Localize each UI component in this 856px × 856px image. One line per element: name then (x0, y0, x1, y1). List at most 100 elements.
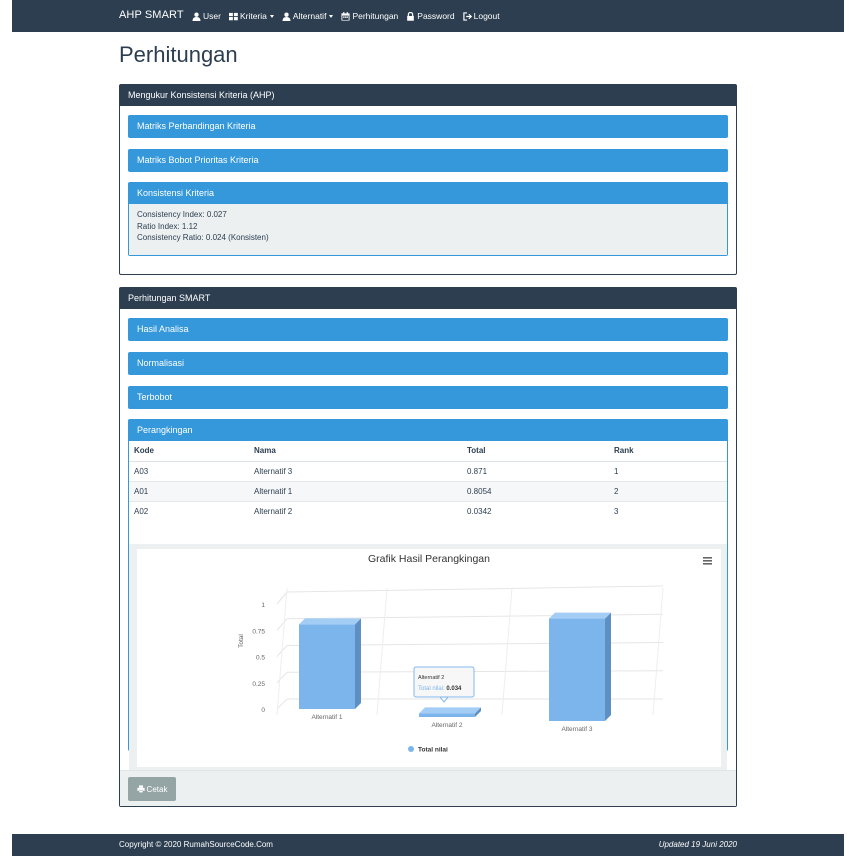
calendar-icon (341, 11, 350, 21)
column-header-kode: Kode (129, 441, 249, 462)
print-button[interactable]: Cetak (128, 777, 176, 801)
y-tick-label: 0.75 (252, 628, 265, 635)
gridline-side (276, 671, 288, 684)
footer-copyright: Copyright © 2020 RumahSourceCode.Com (119, 840, 273, 849)
chart-card: Grafik Hasil Perangkingan 0 0.25 0.5 0.75 1 To… (137, 549, 721, 767)
user-icon (282, 12, 291, 21)
cell-nama: Alternatif 3 (249, 460, 462, 481)
gridline-vertical (376, 587, 388, 716)
section-title: Hasil Analisa (129, 319, 727, 340)
gridline (286, 585, 664, 593)
nav-label-kriteria: Kriteria (239, 11, 267, 21)
section-normalisasi[interactable]: Normalisasi (128, 352, 728, 375)
tooltip-series: Total nilai: (418, 686, 446, 692)
footer-updated: Updated 19 Juni 2020 (658, 840, 737, 849)
section-konsistensi: Konsistensi Kriteria Consistency Index: … (128, 182, 728, 256)
gridline-side (276, 618, 288, 631)
grid-icon (228, 12, 238, 20)
consistency-index: Consistency Index: 0.027 (137, 210, 227, 219)
nav-menu: User Kriteria Alternatif Perhitungan Pas… (192, 0, 508, 32)
bar (299, 624, 355, 709)
nav-item-perhitungan[interactable]: Perhitungan (341, 0, 406, 32)
cell-kode: A02 (129, 500, 249, 521)
bar-top (549, 612, 611, 619)
ratio-index: Ratio Index: 1.12 (137, 221, 198, 231)
section-title: Matriks Perbandingan Kriteria (129, 116, 727, 137)
section-matriks-bobot[interactable]: Matriks Bobot Prioritas Kriteria (128, 149, 728, 172)
chart-title: Grafik Hasil Perangkingan (368, 553, 490, 565)
cell-total: 0.0342 (462, 500, 609, 521)
nav-item-alternatif[interactable]: Alternatif (282, 0, 342, 32)
logout-icon (462, 11, 472, 21)
tooltip-category: Alternatif 2 (418, 675, 444, 681)
tooltip-box (413, 666, 475, 698)
table-row: A02 Alternatif 2 0.0342 3 (129, 500, 727, 521)
table-header-row: Kode Nama Total Rank (129, 441, 727, 462)
section-hasil-analisa[interactable]: Hasil Analisa (128, 318, 728, 341)
brand-link[interactable]: AHP SMART (119, 9, 184, 21)
y-tick-label: 1 (261, 602, 265, 609)
cell-total: 0.871 (462, 460, 609, 481)
gridline-vertical (276, 587, 288, 716)
consistency-ratio: Consistency Ratio: 0.024 (Konsisten) (137, 233, 269, 242)
section-perangkingan: Perangkingan Kode Nama Total Rank A03 Al… (128, 419, 728, 774)
bar (549, 618, 605, 721)
tooltip-value: 0.034 (446, 686, 462, 692)
section-title: Matriks Bobot Prioritas Kriteria (129, 150, 727, 171)
section-title: Terbobot (129, 387, 727, 408)
ranking-table: Kode Nama Total Rank A03 Alternatif 3 0.… (129, 441, 727, 521)
section-title[interactable]: Konsistensi Kriteria (129, 183, 727, 204)
column-header-nama: Nama (249, 441, 462, 462)
section-title[interactable]: Perangkingan (129, 420, 727, 441)
caret-down-icon (329, 14, 334, 18)
caret-down-icon (269, 14, 274, 18)
cell-kode: A03 (129, 460, 249, 481)
nav-label-password: Password (417, 11, 455, 21)
y-tick-label: 0 (261, 707, 265, 714)
section-matriks-perbandingan[interactable]: Matriks Perbandingan Kriteria (128, 115, 728, 138)
print-label: Cetak (146, 784, 168, 794)
ahp-panel-title: Mengukur Konsistensi Kriteria (AHP) (120, 85, 736, 106)
nav-label-user: User (203, 11, 221, 21)
navbar: AHP SMART User Kriteria Alternatif Perhi… (12, 0, 844, 32)
chart-area: Grafik Hasil Perangkingan 0 0.25 0.5 0.75 1 To… (129, 544, 727, 774)
table-row: A01 Alternatif 1 0.8054 2 (129, 480, 727, 501)
user-icon (192, 12, 201, 21)
section-title: Normalisasi (129, 353, 727, 374)
legend-label: Total nilai (418, 747, 448, 754)
cell-nama: Alternatif 1 (249, 480, 462, 501)
section-terbobot[interactable]: Terbobot (128, 386, 728, 409)
column-header-rank: Rank (609, 441, 727, 462)
bar-side (605, 612, 611, 721)
tooltip-value-line: Total nilai: 0.034 (418, 686, 462, 692)
printer-icon (136, 785, 145, 793)
y-axis-label: Total (238, 634, 245, 648)
chart-menu-icon[interactable] (703, 557, 712, 565)
bar-top (419, 707, 481, 714)
nav-item-logout[interactable]: Logout (462, 0, 508, 32)
nav-item-password[interactable]: Password (406, 0, 462, 32)
cell-kode: A01 (129, 480, 249, 501)
cell-total: 0.8054 (462, 480, 609, 501)
bar-side (355, 618, 361, 709)
nav-item-user[interactable]: User (192, 0, 229, 32)
y-tick-label: 0.5 (256, 655, 265, 662)
column-header-total: Total (462, 441, 609, 462)
panel-footer: Cetak (120, 770, 736, 806)
ahp-panel: Mengukur Konsistensi Kriteria (AHP) Matr… (119, 84, 737, 275)
page-container: AHP SMART User Kriteria Alternatif Perhi… (12, 0, 844, 856)
nav-label-logout: Logout (473, 11, 500, 21)
legend-marker (408, 746, 414, 752)
gridline-vertical (652, 587, 664, 716)
ranking-chart: Grafik Hasil Perangkingan 0 0.25 0.5 0.75 1 To… (238, 553, 712, 754)
bar-top (299, 618, 361, 625)
lock-icon (407, 11, 415, 21)
smart-panel-title: Perhitungan SMART (120, 288, 736, 309)
nav-item-kriteria[interactable]: Kriteria (228, 0, 282, 32)
smart-panel: Perhitungan SMART Hasil Analisa Normalis… (119, 287, 737, 807)
cell-rank: 3 (609, 500, 727, 521)
x-tick-label: Alternatif 3 (561, 726, 592, 733)
bar (419, 713, 475, 717)
y-tick-label: 0.25 (252, 681, 265, 688)
gridline-vertical (501, 587, 513, 716)
